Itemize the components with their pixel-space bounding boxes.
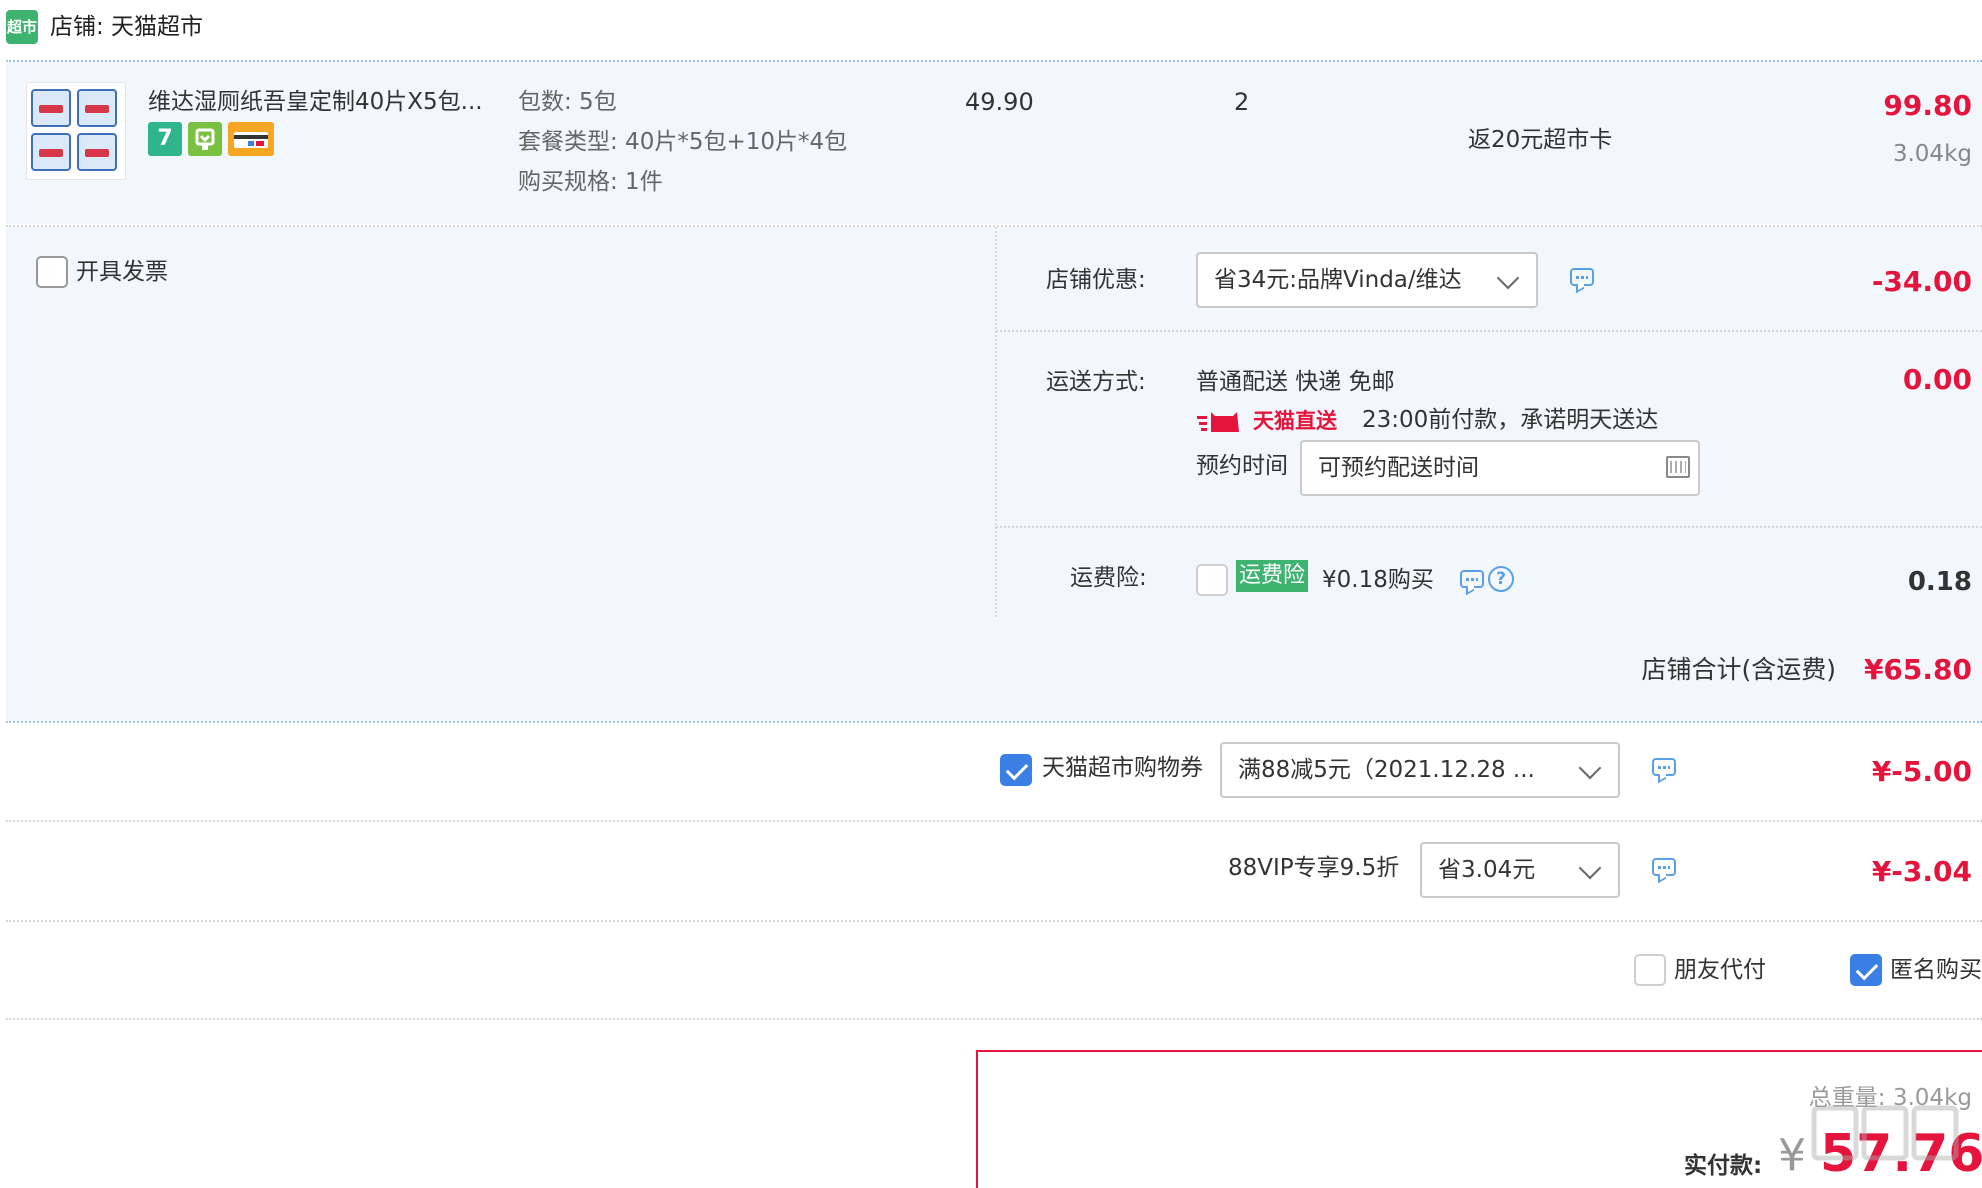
attr-package-count: 包数: 5包 (518, 89, 617, 115)
coupon-checkbox[interactable] (1000, 754, 1032, 786)
options-divider (6, 1018, 1982, 1020)
insurance-label: 运费险: (1070, 565, 1147, 591)
vip-divider (6, 920, 1982, 922)
friend-pay-checkbox[interactable] (1634, 954, 1666, 986)
insurance-checkbox[interactable] (1196, 564, 1228, 596)
invoice-label: 开具发票 (76, 259, 168, 285)
quantity: 2 (1234, 88, 1250, 116)
tmall-direct-label: 天猫直送 (1253, 409, 1337, 433)
help-icon[interactable]: ? (1488, 566, 1514, 592)
panel-divider (995, 227, 997, 617)
shipping-divider (996, 526, 1982, 528)
message-icon[interactable] (1652, 858, 1676, 876)
shop-discount-select[interactable]: 省34元:品牌Vinda/维达 (1196, 252, 1538, 308)
shop-discount-value: 省34元:品牌Vinda/维达 (1214, 267, 1462, 293)
chevron-down-icon (1578, 756, 1602, 780)
shop-discount-label: 店铺优惠: (1046, 267, 1146, 293)
shop-total-amount: ¥65.80 (1863, 653, 1972, 686)
delivery-promise: 23:00前付款，承诺明天送达 (1362, 407, 1659, 433)
chevron-down-icon (1496, 266, 1520, 290)
coupon-divider (6, 820, 1982, 822)
supermarket-shop-icon: 超市 (6, 10, 38, 44)
insurance-tag: 运费险 (1236, 560, 1309, 592)
anonymous-label: 匿名购买 (1890, 957, 1982, 983)
message-icon[interactable] (1652, 758, 1676, 776)
vip-amount: ¥-3.04 (1871, 855, 1972, 888)
calendar-icon[interactable] (1666, 456, 1690, 478)
anonymous-checkbox[interactable] (1850, 954, 1882, 986)
friend-pay-label: 朋友代付 (1674, 957, 1766, 983)
coupon-value: 满88减5元（2021.12.28 ... (1238, 757, 1535, 783)
message-icon[interactable] (1570, 268, 1594, 286)
item-weight: 3.04kg (1892, 141, 1972, 167)
shop-discount-amount: -34.00 (1871, 265, 1972, 298)
product-title[interactable]: 维达湿厕纸吾皇定制40片X5包... (148, 84, 483, 120)
coupon-amount: ¥-5.00 (1871, 755, 1972, 788)
discount-divider (996, 330, 1982, 332)
shipping-amount: 0.00 (1902, 363, 1972, 396)
tmall-express-icon (1197, 412, 1239, 432)
shipping-label: 运送方式: (1046, 369, 1146, 395)
unit-price: 49.90 (965, 88, 1034, 116)
vip-label: 88VIP专享9.5折 (1228, 855, 1400, 881)
shop-name[interactable]: 店铺: 天猫超市 (50, 10, 203, 44)
currency-symbol: ¥ (1778, 1130, 1806, 1181)
item-subtotal: 99.80 (1883, 89, 1972, 122)
shop-guarantee-icon[interactable] (188, 122, 222, 156)
shop-total-divider (6, 721, 1982, 723)
watermark-logo (1810, 1100, 1960, 1184)
coupon-select[interactable]: 满88减5元（2021.12.28 ... (1220, 742, 1620, 798)
vip-value: 省3.04元 (1438, 857, 1536, 883)
pay-label: 实付款: (1684, 1153, 1763, 1179)
attr-bundle-type: 套餐类型: 40片*5包+10片*4包 (518, 129, 848, 155)
attr-spec: 购买规格: 1件 (518, 169, 663, 195)
schedule-time-input[interactable]: 可预约配送时间 (1300, 440, 1700, 496)
message-icon[interactable] (1460, 570, 1484, 588)
coupon-label: 天猫超市购物券 (1042, 755, 1203, 781)
vip-select[interactable]: 省3.04元 (1420, 842, 1620, 898)
insurance-price: ¥0.18购买 (1322, 567, 1434, 593)
rebate-text: 返20元超市卡 (1468, 127, 1613, 153)
invoice-checkbox[interactable] (36, 256, 68, 288)
seven-day-return-icon[interactable]: 7 (148, 122, 182, 156)
card-pay-icon[interactable] (228, 122, 274, 156)
schedule-label: 预约时间 (1196, 453, 1288, 479)
shipping-method: 普通配送 快递 免邮 (1196, 369, 1395, 395)
shop-total-label: 店铺合计(含运费) (1641, 655, 1836, 684)
schedule-placeholder: 可预约配送时间 (1318, 455, 1479, 481)
product-thumbnail[interactable] (26, 82, 126, 180)
insurance-amount: 0.18 (1907, 567, 1972, 597)
chevron-down-icon (1578, 856, 1602, 880)
